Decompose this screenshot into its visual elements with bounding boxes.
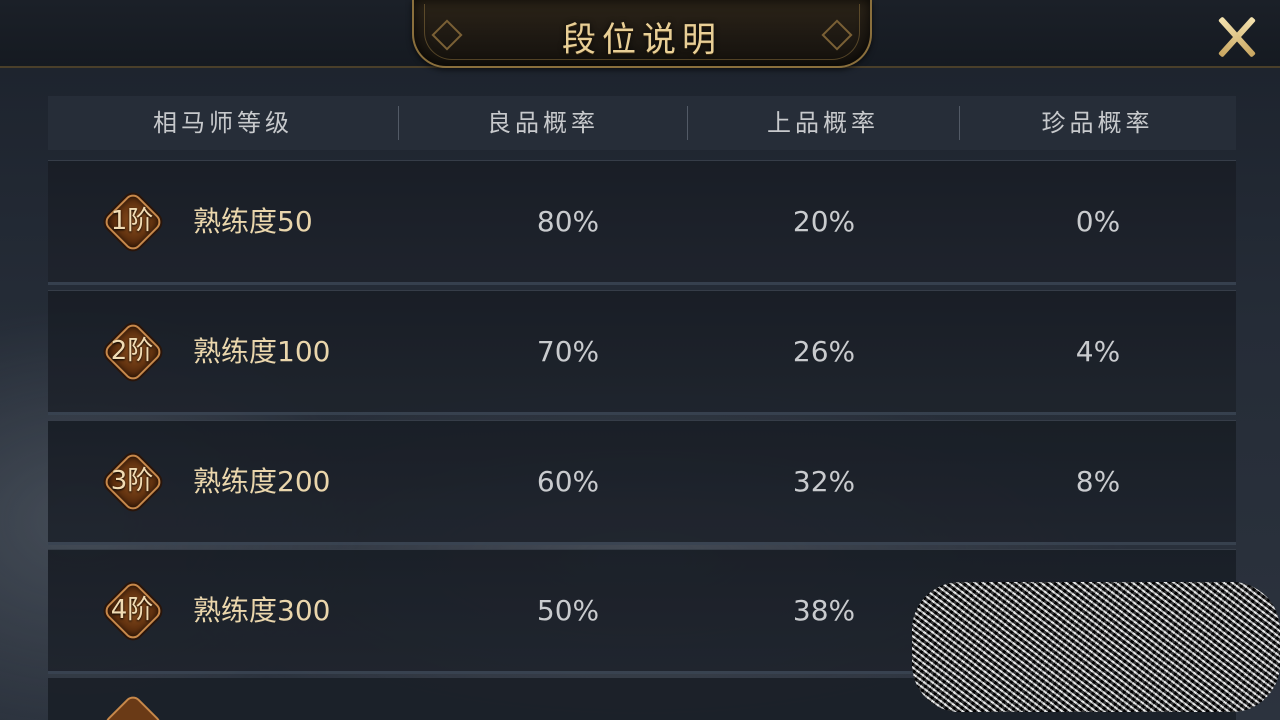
page-title: 段位说明 <box>562 20 722 60</box>
rare-rate: 8% <box>1075 465 1121 498</box>
tier-badge: 4阶 <box>100 578 165 643</box>
obscured-overlay <box>912 582 1280 712</box>
tier-label: 4阶 <box>110 595 154 625</box>
tier-badge: 1阶 <box>100 189 165 254</box>
column-header-level: 相马师等级 <box>153 109 293 137</box>
skill-requirement: 熟练度300 <box>193 594 331 627</box>
table-row: 2阶 熟练度100 70% 26% 4% <box>48 290 1236 412</box>
tier-badge: 3阶 <box>100 449 165 514</box>
title-plate: 段位说明 <box>412 0 872 68</box>
superior-rate: 32% <box>792 465 856 498</box>
column-header-good: 良品概率 <box>487 109 599 137</box>
good-rate: 60% <box>536 465 600 498</box>
rare-rate: 4% <box>1075 335 1121 368</box>
tier-label: 2阶 <box>110 336 154 366</box>
tier-diamond-icon <box>101 692 165 720</box>
good-rate: 50% <box>536 594 600 627</box>
column-header-superior: 上品概率 <box>767 109 879 137</box>
superior-rate: 20% <box>792 205 856 238</box>
table-header: 相马师等级 良品概率 上品概率 珍品概率 <box>48 96 1236 150</box>
tier-label: 1阶 <box>110 206 154 236</box>
skill-requirement: 熟练度200 <box>193 465 331 498</box>
skill-requirement: 熟练度100 <box>193 335 331 368</box>
tier-label: 3阶 <box>110 466 154 496</box>
tier-badge: 2阶 <box>100 319 165 384</box>
table-row: 1阶 熟练度50 80% 20% 0% <box>48 160 1236 282</box>
good-rate: 70% <box>536 335 600 368</box>
close-button[interactable] <box>1212 14 1260 58</box>
table-row: 3阶 熟练度200 60% 32% 8% <box>48 420 1236 542</box>
superior-rate: 26% <box>792 335 856 368</box>
rare-rate: 0% <box>1075 205 1121 238</box>
skill-requirement: 熟练度50 <box>193 205 313 238</box>
column-header-rare: 珍品概率 <box>1041 109 1154 137</box>
good-rate: 80% <box>536 205 600 238</box>
